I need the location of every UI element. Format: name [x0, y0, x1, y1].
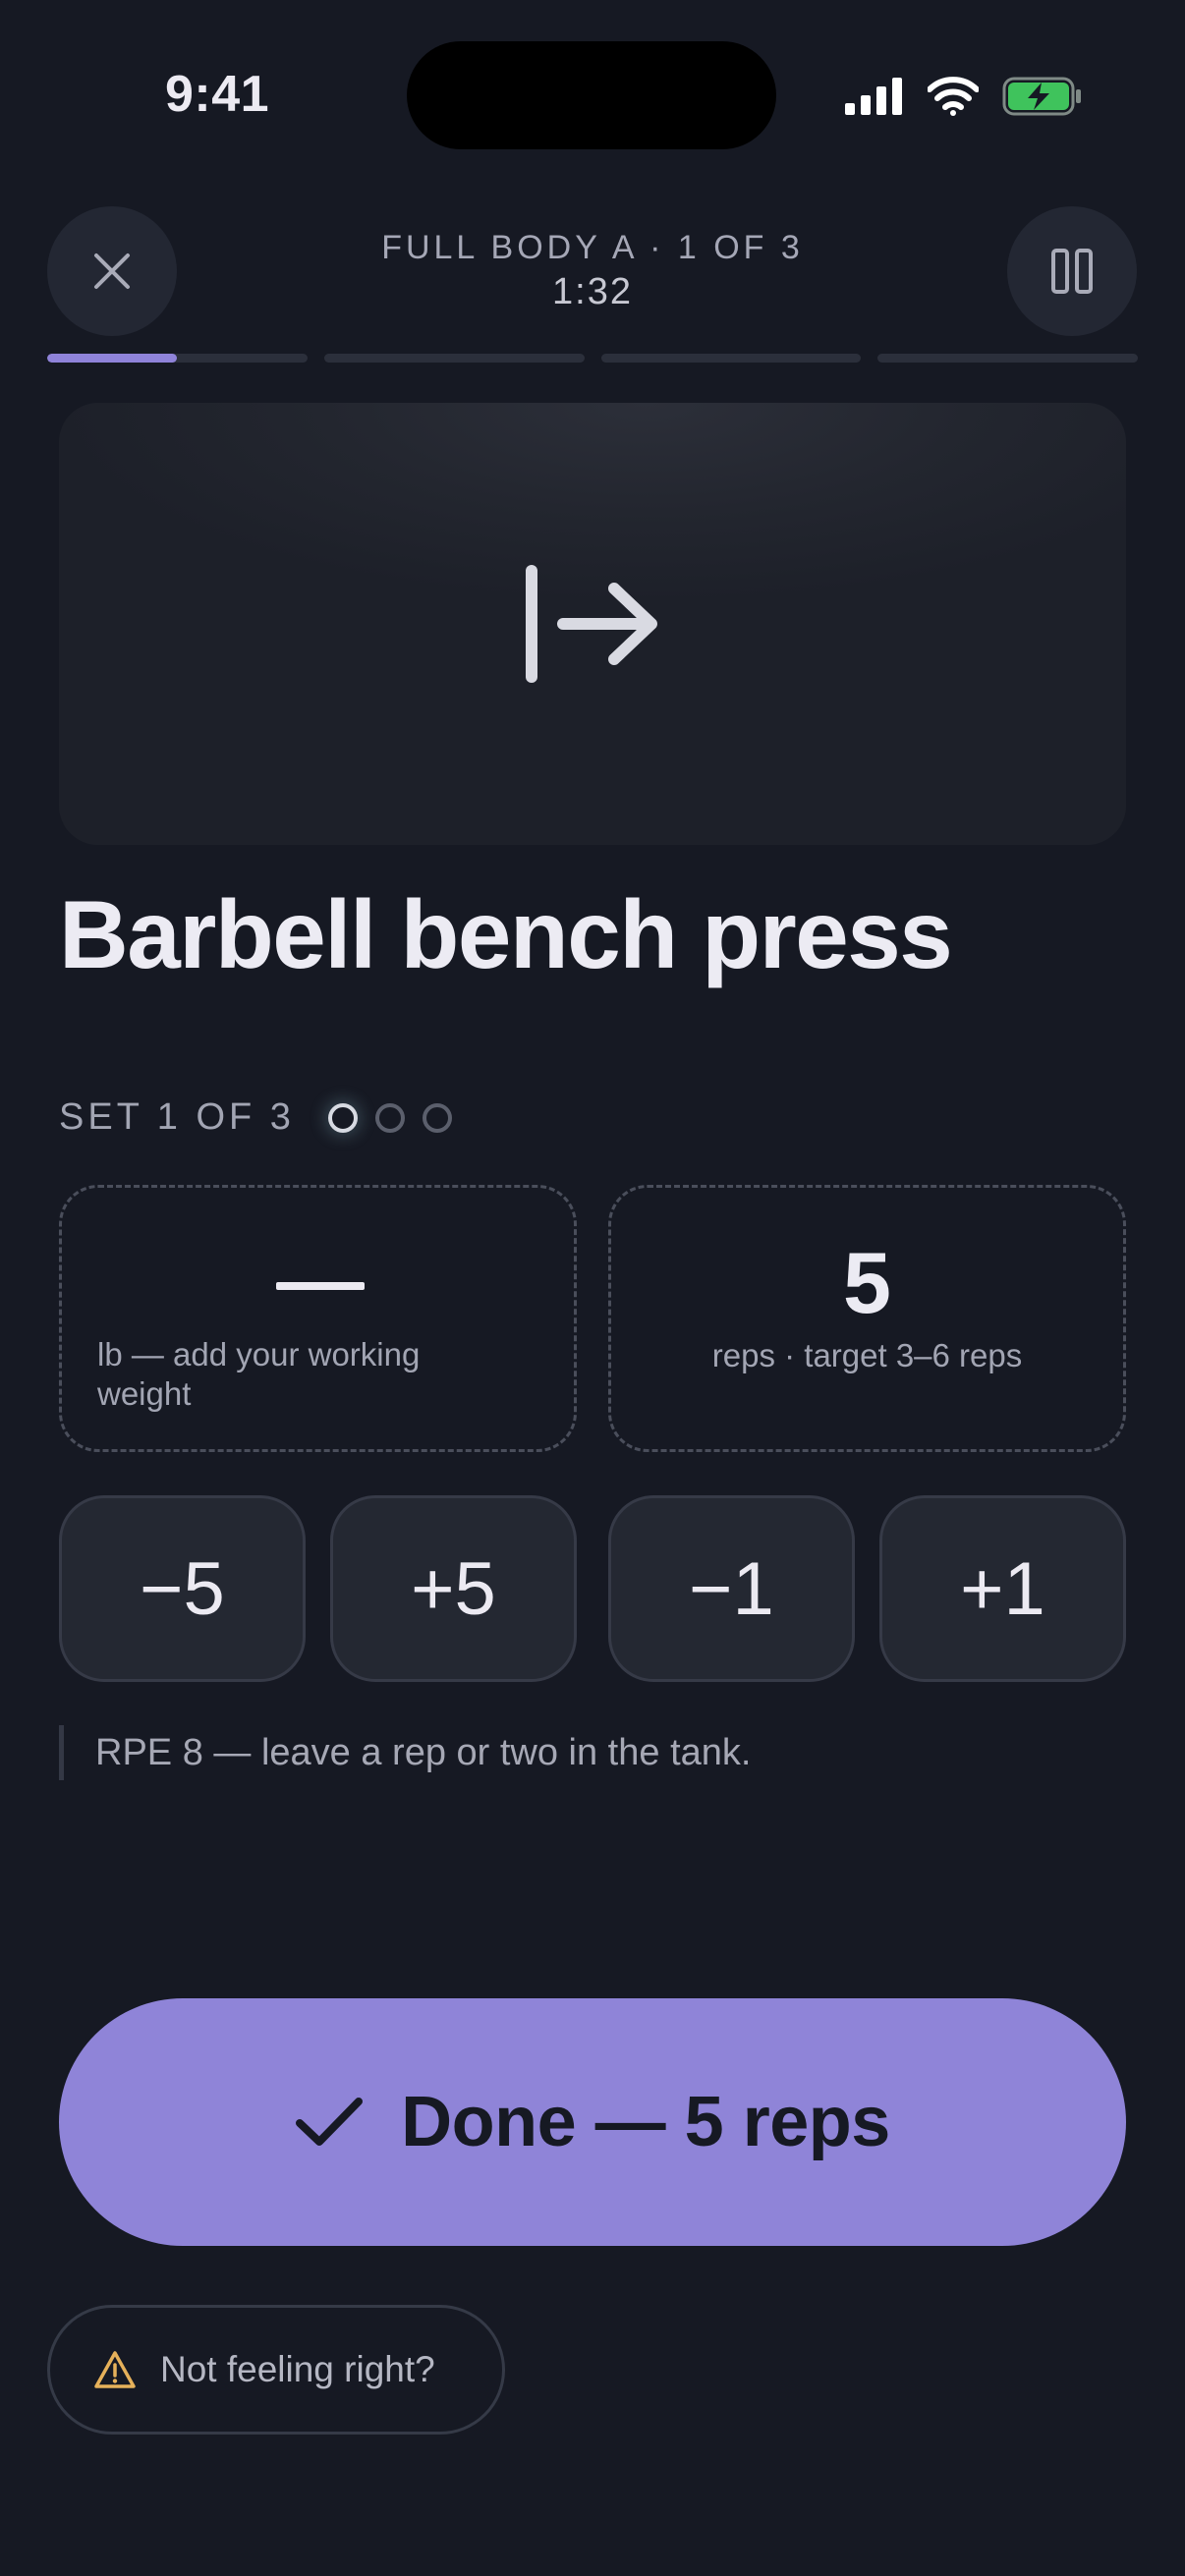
checkmark-icon: [296, 2098, 364, 2146]
progress-segment: [323, 354, 585, 363]
weight-caption: lb — add your working weight: [97, 1336, 421, 1412]
arrow-right-to-line-icon: [526, 565, 657, 683]
exercise-hero: [59, 403, 1126, 845]
not-feeling-right-button[interactable]: Not feeling right?: [47, 2305, 505, 2435]
exercise-title: Barbell bench press: [59, 880, 953, 988]
weight-value: [276, 1282, 365, 1290]
dynamic-island: [407, 41, 776, 149]
weight-input-card[interactable]: — lb — add your working weight: [59, 1185, 577, 1452]
pause-button[interactable]: [1007, 206, 1137, 336]
battery-charging-icon: [1002, 77, 1081, 116]
reps-input-card[interactable]: 5 reps · target 3–6 reps: [608, 1185, 1126, 1452]
set-dot: [327, 1102, 358, 1133]
reps-value: 5: [843, 1234, 891, 1331]
weight-plus-5-button[interactable]: +5: [330, 1495, 577, 1682]
wifi-icon: [928, 77, 979, 116]
reps-caption: reps · target 3–6 reps: [711, 1337, 1023, 1373]
status-time: 9:41: [165, 66, 270, 123]
done-button[interactable]: Done — 5 reps: [59, 1998, 1126, 2246]
coaching-tip: RPE 8 — leave a rep or two in the tank.: [59, 1725, 751, 1780]
reps-plus-1-button[interactable]: +1: [879, 1495, 1126, 1682]
set-indicator: SET 1 OF 3: [59, 1096, 452, 1139]
weight-minus-5-button[interactable]: −5: [59, 1495, 306, 1682]
workout-progress-bar: [47, 354, 1138, 363]
set-label: SET 1 OF 3: [59, 1096, 295, 1138]
progress-segment: [600, 354, 862, 363]
set-dot: [422, 1102, 452, 1133]
progress-segment: [47, 354, 308, 363]
done-button-label: Done — 5 reps: [401, 2083, 890, 2161]
set-dot: [374, 1102, 405, 1133]
help-button-label: Not feeling right?: [160, 2349, 435, 2389]
status-icons: [845, 69, 1083, 124]
progress-segment: [877, 354, 1138, 363]
workout-screen: 9:41 FULL BODY A · 1 OF 3 1:32 Barbell b…: [0, 0, 1185, 2576]
pause-icon: [1051, 249, 1093, 294]
cellular-signal-icon: [845, 78, 902, 115]
reps-minus-1-button[interactable]: −1: [608, 1495, 855, 1682]
warning-icon: [94, 2351, 136, 2388]
set-dots: [327, 1102, 452, 1133]
